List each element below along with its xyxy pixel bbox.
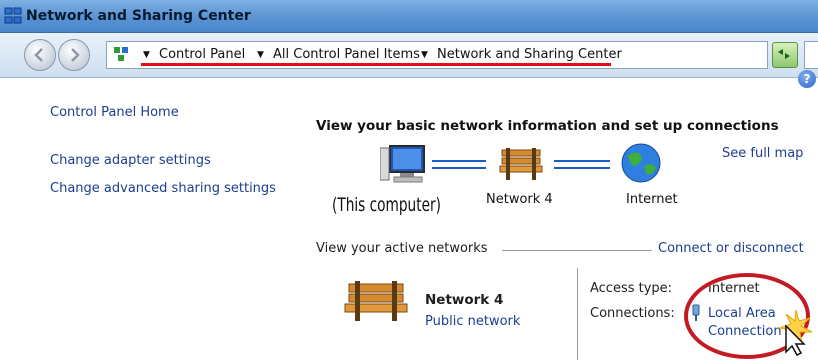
forward-arrow-icon [71,48,80,62]
change-adapter-settings-link[interactable]: Change adapter settings [50,153,211,168]
cursor-click-icon [778,309,813,356]
control-panel-home-link[interactable]: Control Panel Home [50,105,179,120]
bench-icon[interactable] [498,144,544,182]
this-computer-label: (This computer) [332,194,441,216]
refresh-icon [778,49,790,59]
connection-line [432,160,486,169]
breadcrumb-arrow-icon[interactable]: ▼ [257,50,264,60]
computer-icon[interactable] [380,142,428,186]
back-arrow-icon [34,48,43,62]
control-panel-icon [114,47,128,61]
see-full-map-link[interactable]: See full map [722,146,803,161]
breadcrumb-all-items[interactable]: All Control Panel Items [273,47,420,62]
forward-button[interactable] [58,39,90,71]
connect-or-disconnect-link[interactable]: Connect or disconnect [658,241,804,256]
network-map-label: Network 4 [486,192,553,207]
title-bar: Network and Sharing Center [0,0,818,33]
connection-line [554,160,610,169]
network-type-link[interactable]: Public network [425,314,520,329]
vertical-divider [577,268,578,360]
help-icon[interactable]: ? [798,70,816,88]
globe-icon[interactable] [620,142,662,184]
access-type-label: Access type: [590,281,673,296]
breadcrumb-network-sharing[interactable]: Network and Sharing Center [437,47,622,62]
breadcrumb-arrow-icon[interactable]: ▼ [143,50,150,60]
annotation-underline [141,63,611,66]
active-networks-label: View your active networks [316,241,488,256]
search-input[interactable] [804,41,818,69]
refresh-button[interactable] [772,42,798,68]
window-title: Network and Sharing Center [26,8,251,24]
network-name: Network 4 [425,292,504,308]
change-advanced-sharing-link[interactable]: Change advanced sharing settings [50,181,276,196]
network-center-icon [4,7,22,24]
content-area: ? Control Panel Home Change adapter sett… [0,70,818,360]
breadcrumb-arrow-icon[interactable]: ▼ [421,50,428,60]
address-toolbar: ▼ Control Panel ▼ All Control Panel Item… [0,33,818,78]
connections-label: Connections: [590,306,675,321]
page-heading: View your basic network information and … [316,118,779,134]
back-button[interactable] [24,39,56,71]
internet-label: Internet [626,192,678,207]
section-divider [502,250,652,251]
bench-icon [344,281,408,321]
address-field[interactable]: ▼ Control Panel ▼ All Control Panel Item… [106,41,768,69]
breadcrumb-control-panel[interactable]: Control Panel [159,47,245,62]
